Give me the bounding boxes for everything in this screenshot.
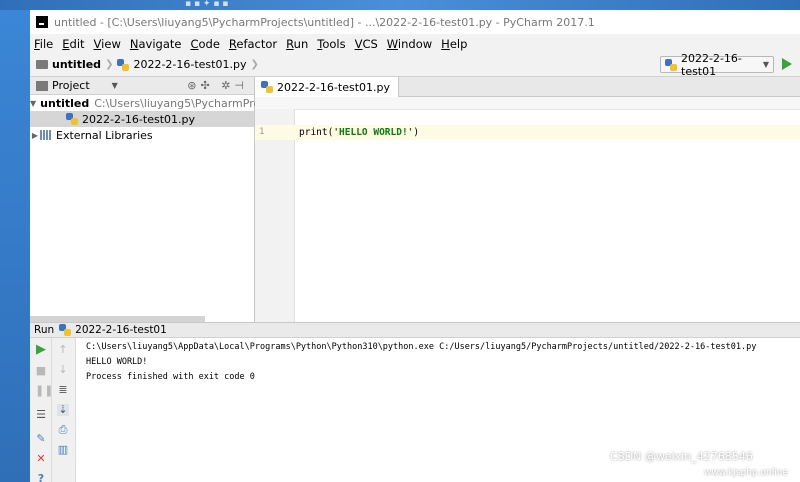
menu-tools[interactable]: Tools (317, 37, 345, 51)
project-panel-header: Project ▼ ⊛✣ ✲⊣ (30, 77, 254, 95)
code-token-paren: ) (413, 127, 420, 138)
soft-wrap-icon[interactable]: ≣ (57, 384, 69, 396)
run-toolbar-secondary: ↑ ↓ ≣ ⇣ ⎙ ▥ (52, 338, 76, 482)
breadcrumb-separator-icon: ❯ (105, 59, 114, 70)
window-title: untitled - [C:\Users\liuyang5\PycharmPro… (54, 15, 595, 29)
editor-area: 2022-2-16-test01.py 1 print('HELLO WORLD… (255, 77, 800, 322)
run-panel-title: Run (34, 324, 55, 336)
run-toolbar-primary: ▶ ■ ❚❚ ☰ ✎ ✕ ? (30, 338, 53, 482)
close-icon[interactable]: ✕ (35, 453, 47, 465)
menu-help[interactable]: Help (441, 37, 467, 51)
menu-refactor[interactable]: Refactor (229, 37, 277, 51)
external-libraries-label: External Libraries (56, 128, 153, 142)
watermark-site: www.kjsphp.online (704, 468, 788, 478)
tree-file-label: 2022-2-16-test01.py (82, 112, 196, 126)
scroll-from-source-icon[interactable]: ✣ (200, 79, 213, 92)
help-icon[interactable]: ? (35, 473, 47, 482)
console-line: Process finished with exit code 0 (86, 372, 255, 382)
folder-icon (36, 60, 48, 69)
pause-icon[interactable]: ❚❚ (35, 385, 53, 397)
arrow-down-icon[interactable]: ↓ (57, 364, 69, 376)
code-line[interactable]: print('HELLO WORLD!') (295, 125, 800, 140)
rerun-icon[interactable]: ▶ (35, 343, 47, 356)
menu-view[interactable]: View (94, 37, 121, 51)
run-button[interactable] (782, 58, 792, 70)
menu-run[interactable]: Run (286, 37, 308, 51)
watermark-text: CSDN @weixin_42768546 (610, 450, 753, 463)
menu-bar: File Edit View Navigate Code Refactor Ru… (30, 34, 800, 53)
scroll-to-end-icon[interactable]: ⇣ (57, 404, 69, 416)
pycharm-window: untitled - [C:\Users\liuyang5\PycharmPro… (30, 10, 800, 482)
dump-threads-icon[interactable]: ☰ (35, 409, 47, 421)
navigation-bar: untitled ❯ 2022-2-16-test01.py ❯ 2022-2-… (30, 52, 800, 78)
menu-window[interactable]: Window (387, 37, 432, 51)
gear-icon[interactable]: ✲ (221, 79, 234, 92)
tab-label: 2022-2-16-test01.py (277, 80, 391, 94)
project-tool-window: Project ▼ ⊛✣ ✲⊣ ▼ untitled C:\Users\liuy… (30, 77, 263, 322)
python-file-icon (59, 324, 72, 336)
editor-tab-bar: 2022-2-16-test01.py (255, 77, 800, 97)
line-number: 1 (255, 125, 295, 140)
pycharm-app-icon (36, 16, 48, 28)
collapse-triangle-icon[interactable]: ▶ (30, 131, 40, 140)
project-view-selector[interactable]: Project (52, 79, 90, 92)
menu-file[interactable]: File (34, 37, 53, 51)
chevron-down-icon[interactable]: ▼ (112, 81, 118, 90)
collapse-all-icon[interactable]: ⊛ (187, 79, 200, 92)
python-file-icon (261, 81, 273, 93)
title-bar: untitled - [C:\Users\liuyang5\PycharmPro… (30, 10, 800, 34)
code-token-string: 'HELLO WORLD!' (333, 127, 414, 138)
menu-navigate[interactable]: Navigate (130, 37, 182, 51)
breadcrumb-file[interactable]: 2022-2-16-test01.py (133, 58, 246, 71)
tree-item-file[interactable]: 2022-2-16-test01.py (30, 111, 254, 127)
run-configuration-label: 2022-2-16-test01 (681, 51, 742, 78)
print-icon[interactable]: ⎙ (57, 424, 69, 436)
python-file-icon (66, 113, 78, 125)
python-file-icon (665, 58, 677, 71)
project-root-name: untitled (40, 96, 90, 110)
trash-icon[interactable]: ▥ (57, 444, 69, 456)
editor-gutter: 1 (255, 109, 295, 322)
code-token-function: print( (299, 127, 334, 138)
breadcrumb-separator-icon: ❯ (250, 59, 259, 70)
tree-item-project-root[interactable]: ▼ untitled C:\Users\liuyang5\PycharmProj (30, 95, 263, 111)
expand-triangle-icon[interactable]: ▼ (30, 99, 36, 108)
libraries-icon (40, 130, 52, 140)
chevron-down-icon: ▼ (762, 60, 769, 69)
menu-edit[interactable]: Edit (62, 37, 84, 51)
python-file-icon (117, 58, 130, 71)
project-panel-tools: ⊛✣ ✲⊣ (187, 79, 248, 92)
stop-icon[interactable]: ■ (35, 365, 47, 377)
pin-icon[interactable]: ✎ (35, 433, 47, 445)
tree-item-external-libraries[interactable]: ▶ External Libraries (30, 127, 254, 143)
breadcrumb-project[interactable]: untitled (52, 58, 101, 71)
desktop-icon: ▪ ▪ ✦ ▪ ▪ (185, 0, 229, 9)
hide-panel-icon[interactable]: ⊣ (234, 79, 248, 92)
desktop-background-left (0, 10, 30, 482)
menu-vcs[interactable]: VCS (355, 37, 378, 51)
desktop-background: ▪ ▪ ✦ ▪ ▪ (0, 0, 800, 10)
console-output[interactable]: C:\Users\liuyang5\AppData\Local\Programs… (86, 340, 800, 385)
run-config-tab[interactable]: 2022-2-16-test01 (75, 324, 167, 336)
menu-code[interactable]: Code (190, 37, 219, 51)
project-icon (36, 80, 48, 91)
console-line: C:\Users\liuyang5\AppData\Local\Programs… (86, 342, 757, 352)
arrow-up-icon[interactable]: ↑ (57, 344, 69, 356)
console-line: HELLO WORLD! (86, 357, 148, 367)
project-root-path: C:\Users\liuyang5\PycharmProj (94, 96, 264, 110)
editor-breadcrumb-strip (255, 97, 800, 110)
tab-file[interactable]: 2022-2-16-test01.py (255, 77, 400, 97)
run-panel-header: Run 2022-2-16-test01 (30, 322, 800, 338)
run-configuration-dropdown[interactable]: 2022-2-16-test01 ▼ (660, 52, 774, 78)
